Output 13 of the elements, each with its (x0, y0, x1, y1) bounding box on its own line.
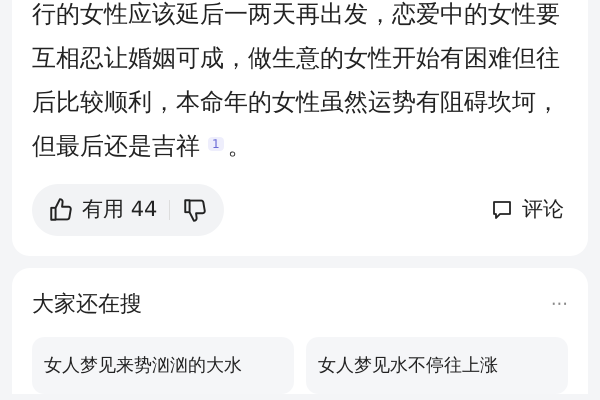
section-title: 大家还在搜 (32, 291, 142, 319)
useful-button[interactable]: 有用 44 (48, 194, 158, 226)
search-suggestion[interactable]: 女人梦见来势汹汹的大水 (32, 337, 294, 394)
search-suggestion[interactable]: 女人梦见水不停往上涨 (306, 337, 568, 394)
comment-icon (490, 198, 514, 222)
thumbs-up-icon (48, 197, 74, 223)
period: 。 (228, 132, 252, 160)
footnote-marker[interactable]: 1 (208, 137, 224, 151)
more-button[interactable]: ··· (550, 291, 568, 318)
comment-button[interactable]: 评论 (490, 194, 564, 226)
thumbs-down-icon (182, 197, 208, 223)
dislike-button[interactable] (182, 197, 208, 223)
answer-paragraph: 行的女性应该延后一两天再出发，恋爱中的女性要互相忍让婚姻可成，做生意的女性开始有困难但往后比较顺利，本命年的女性虽然运势有阻碍坎坷，但最后还是吉祥 $^{1}$ 。 (32, 0, 561, 162)
